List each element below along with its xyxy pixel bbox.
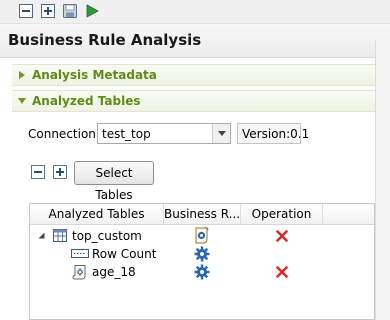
- table-row[interactable]: age_18: [30, 263, 374, 281]
- editor-header: Business Rule Analysis: [0, 24, 390, 58]
- vertical-scrollbar[interactable]: [375, 40, 390, 320]
- column-header-business-rule[interactable]: Business R...: [164, 204, 241, 224]
- delete-icon[interactable]: [276, 266, 288, 278]
- gear-icon[interactable]: [194, 246, 210, 262]
- page-title: Business Rule Analysis: [8, 31, 202, 49]
- table-row[interactable]: Row Count: [30, 245, 374, 263]
- analyzed-tables-table: Analyzed Tables Business R... Operation …: [29, 203, 375, 320]
- collapse-all-icon[interactable]: [18, 3, 34, 19]
- table-header: Analyzed Tables Business R... Operation: [30, 204, 374, 225]
- version-field: Version:0.1: [237, 123, 309, 144]
- save-icon[interactable]: [62, 3, 78, 19]
- collapse-tree-icon[interactable]: [31, 165, 45, 179]
- connection-value: test_top: [102, 127, 151, 141]
- table-icon: [53, 229, 67, 242]
- gear-icon[interactable]: [194, 264, 210, 280]
- section-label-tables: Analyzed Tables: [32, 94, 141, 108]
- delete-icon[interactable]: [276, 230, 288, 242]
- section-analysis-metadata[interactable]: Analysis Metadata: [12, 64, 375, 86]
- rule-name: age_18: [92, 265, 136, 279]
- chevron-down-icon: [218, 131, 226, 136]
- tree-collapse-icon[interactable]: [38, 232, 45, 239]
- editor-toolbar: [0, 0, 390, 24]
- column-header-operation[interactable]: Operation: [241, 204, 323, 224]
- column-header-analyzed-tables[interactable]: Analyzed Tables: [30, 204, 164, 224]
- section-analyzed-tables[interactable]: Analyzed Tables: [12, 90, 375, 112]
- connection-select[interactable]: test_top: [97, 123, 231, 144]
- expand-all-icon[interactable]: [40, 3, 56, 19]
- section-label-metadata: Analysis Metadata: [32, 68, 157, 82]
- run-icon[interactable]: [84, 3, 100, 19]
- connection-label: Connection:: [28, 127, 100, 141]
- collapse-triangle-icon: [18, 98, 26, 104]
- indicator-name: Row Count: [92, 247, 157, 261]
- table-row[interactable]: top_custom: [30, 227, 374, 245]
- version-text: Version:0.1: [242, 127, 310, 141]
- select-tables-button[interactable]: Select Tables: [74, 161, 154, 202]
- table-name: top_custom: [72, 229, 142, 243]
- rule-scroll-icon: [72, 265, 86, 280]
- expand-tree-icon[interactable]: [53, 165, 67, 179]
- expand-triangle-icon: [19, 71, 25, 79]
- dropdown-arrow[interactable]: [212, 124, 230, 143]
- business-rule-icon[interactable]: [193, 227, 209, 244]
- row-count-icon: [71, 249, 89, 258]
